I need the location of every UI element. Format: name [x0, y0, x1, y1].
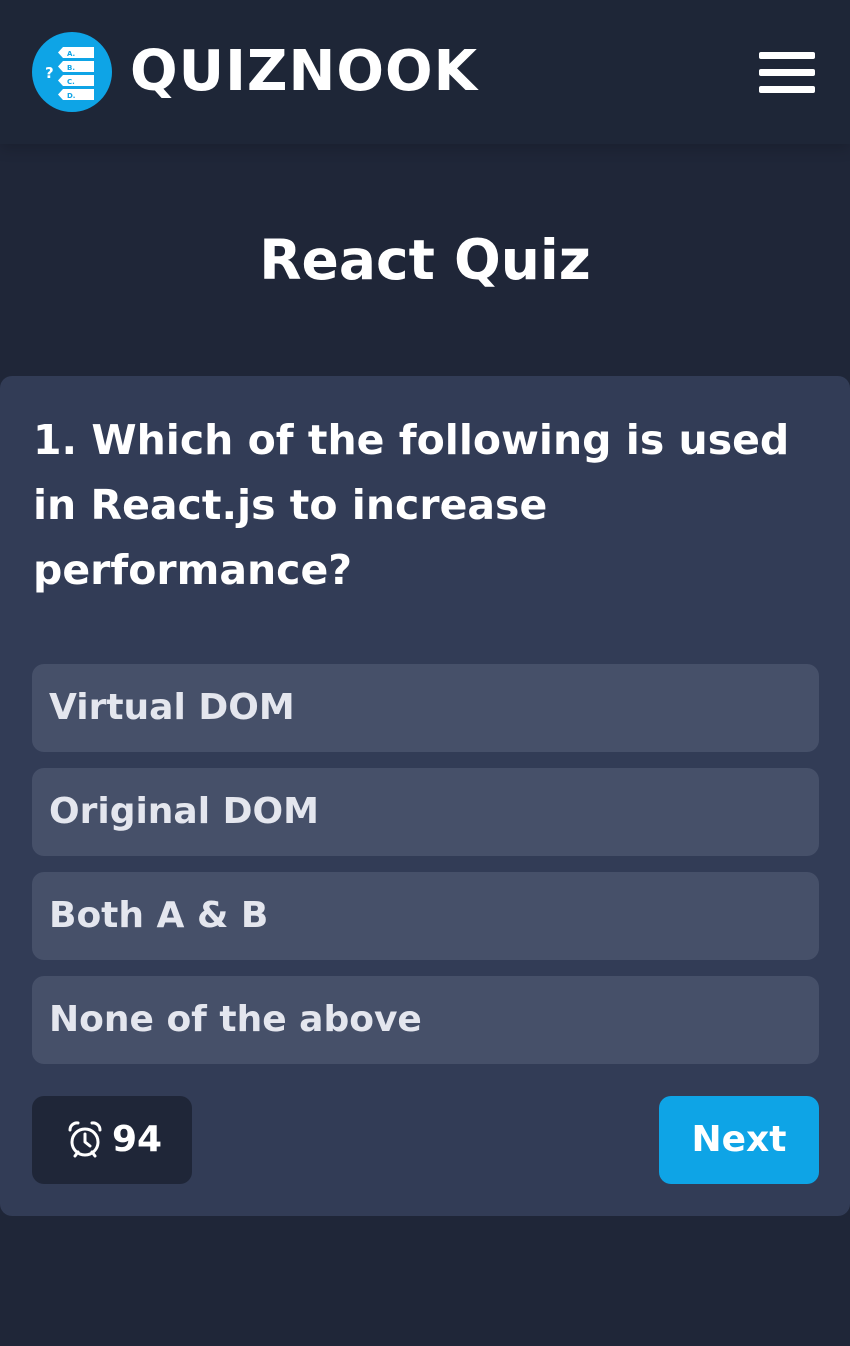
logo-mark-d: D.	[67, 92, 75, 100]
answer-option-4[interactable]: None of the above	[32, 976, 819, 1064]
menu-button[interactable]	[752, 46, 822, 98]
alarm-clock-icon	[68, 1121, 102, 1158]
logo-mark-a: A.	[67, 50, 75, 58]
brand-name[interactable]: QUIZNOOK	[130, 40, 478, 104]
answer-option-3[interactable]: Both A & B	[32, 872, 819, 960]
timer-value: 94	[112, 1119, 163, 1160]
answer-option-label: Both A & B	[49, 895, 269, 936]
answer-option-1[interactable]: Virtual DOM	[32, 664, 819, 752]
logo[interactable]: ? A. B. C. D.	[32, 32, 112, 112]
answer-option-2[interactable]: Original DOM	[32, 768, 819, 856]
next-button[interactable]: Next	[659, 1096, 819, 1184]
app-header: ? A. B. C. D. QUIZNOOK	[0, 0, 850, 144]
answer-option-label: None of the above	[49, 999, 422, 1040]
page-title: React Quiz	[259, 228, 591, 292]
answer-option-label: Original DOM	[49, 791, 319, 832]
logo-mark-c: C.	[67, 78, 75, 86]
logo-question-mark: ?	[45, 64, 54, 82]
countdown-timer: 94	[32, 1096, 192, 1184]
answer-option-label: Virtual DOM	[49, 687, 295, 728]
question-text: 1. Which of the following is used in Rea…	[33, 416, 790, 594]
quiz-list-icon: ? A. B. C. D.	[45, 47, 94, 100]
logo-mark-b: B.	[67, 64, 75, 72]
